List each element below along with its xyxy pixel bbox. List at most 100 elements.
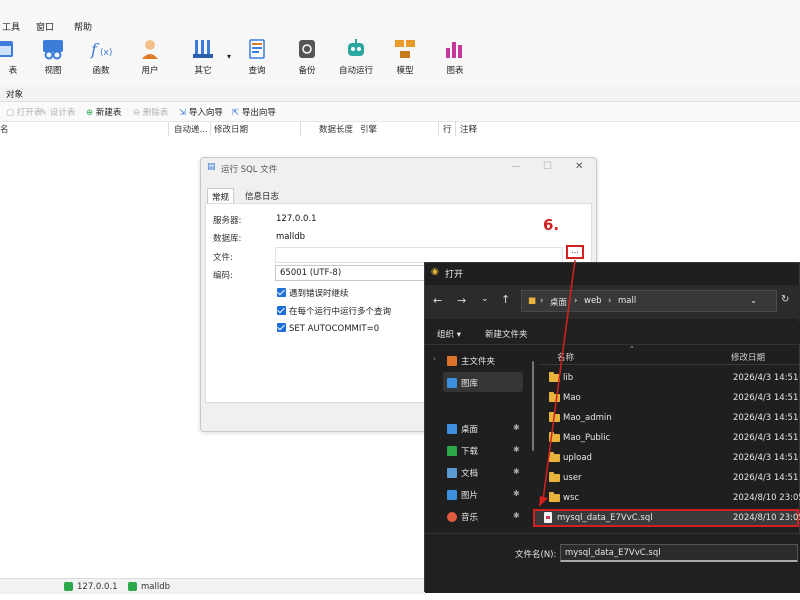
toolbar-other-button[interactable]: 其它 [180,38,226,76]
pane-splitter[interactable] [531,347,535,533]
refresh-icon[interactable]: ↻ [781,294,789,305]
folder-icon [549,432,560,442]
browse-file-button[interactable]: ... [566,245,584,259]
design-icon: ✎ [40,108,50,118]
breadcrumb-desktop[interactable]: 桌面 [550,296,567,308]
dialog-footer: 文件名(N): mysql_data_E7VvC.sql [425,533,800,593]
expand-chevron-icon[interactable]: › [433,355,436,363]
sql-file-icon [544,512,552,523]
other-dropdown-icon[interactable]: ▾ [227,52,231,61]
menu-window[interactable]: 窗口 [36,20,54,33]
recent-chevron-down-icon[interactable]: ⌄ [481,294,489,304]
import-wizard-button[interactable]: ⇲ 导入向导 [179,106,223,118]
query-icon [245,38,269,60]
sort-up-icon: ⌃ [629,345,635,353]
encoding-select[interactable]: 65001 (UTF-8) [275,265,425,281]
filename-input[interactable]: mysql_data_E7VvC.sql [560,544,798,562]
folder-icon: ■ [528,296,537,306]
sidebar-item-gallery[interactable]: 图库 [447,377,478,389]
pin-icon[interactable]: ✱ [513,467,520,476]
pin-icon[interactable]: ✱ [513,489,520,498]
menu-help[interactable]: 帮助 [74,20,92,33]
address-bar[interactable]: ■ › 桌面 › web › mall ⌄ [521,290,777,312]
import-icon: ⇲ [179,108,189,118]
toolbar-model-button[interactable]: 模型 [382,38,428,76]
open-file-dialog: ◉ 打开 ← → ⌄ ↑ ■ › 桌面 › web › mall ⌄ ↻ 组织 … [424,262,800,593]
toolbar-query-button[interactable]: 查询 [234,38,280,76]
col-name[interactable]: 名 [0,123,9,135]
toolbar-automation-button[interactable]: 自动运行 [333,38,379,76]
forward-icon[interactable]: → [457,294,466,307]
sidebar-item-music[interactable]: 音乐 [447,511,478,523]
organize-button[interactable]: 组织 ▾ [437,328,461,340]
col-engine[interactable]: 引擎 [360,123,377,135]
dialog-title: 运行 SQL 文件 [221,165,278,175]
tab-info-log[interactable]: 信息日志 [241,188,283,204]
breadcrumb-web[interactable]: web [584,296,602,306]
folder-icon [549,452,560,462]
maximize-icon[interactable]: ☐ [543,161,552,172]
folder-icon [549,492,560,502]
pin-icon[interactable]: ✱ [513,445,520,454]
file-row[interactable]: upload 2026/4/3 14:51 [539,449,800,467]
col-file-date[interactable]: 修改日期 [731,351,765,363]
new-folder-button[interactable]: 新建文件夹 [485,328,528,340]
toolbar-user-button[interactable]: 用户 [127,38,173,76]
column-divider [300,122,301,136]
col-comment[interactable]: 注释 [460,123,477,135]
folder-icon [549,472,560,482]
server-icon [64,582,73,591]
address-dropdown-icon[interactable]: ⌄ [750,296,757,306]
add-icon: ⊕ [86,108,96,118]
delete-icon: ⊖ [133,108,143,118]
col-auto-increment[interactable]: 自动递... [174,123,208,135]
file-row[interactable]: wsc 2024/8/10 23:05 [539,489,800,507]
folder-icon [549,372,560,382]
menu-tools[interactable]: 工具 [2,20,20,33]
autocommit-checkbox[interactable]: SET AUTOCOMMIT=0 [277,323,379,334]
column-divider [210,122,211,136]
new-table-button[interactable]: ⊕ 新建表 [86,106,121,118]
toolbar-chart-button[interactable]: 图表 [432,38,478,76]
export-wizard-button[interactable]: ⇱ 导出向导 [232,106,276,118]
file-row-selected[interactable]: mysql_data_E7VvC.sql 2024/8/10 23:05 [533,509,800,527]
breadcrumb-mall[interactable]: mall [618,296,636,306]
col-rows[interactable]: 行 [443,123,452,135]
export-icon: ⇱ [232,108,242,118]
design-table-button[interactable]: ✎ 设计表 [40,106,75,118]
toolbar-backup-button[interactable]: 备份 [284,38,330,76]
open-table-button[interactable]: ▢ 打开表 [6,106,42,118]
sidebar-item-downloads[interactable]: 下载 [447,445,478,457]
file-row[interactable]: user 2026/4/3 14:51 [539,469,800,487]
multiple-queries-checkbox[interactable]: 在每个运行中运行多个查询 [277,305,391,317]
back-icon[interactable]: ← [433,294,442,307]
file-row[interactable]: Mao 2026/4/3 14:51 [539,389,800,407]
file-path-input[interactable] [275,247,563,263]
minimize-icon[interactable]: — [511,161,521,172]
toolbar-view-button[interactable]: 视图 [30,38,76,76]
delete-table-button[interactable]: ⊖ 删除表 [133,106,168,118]
toolbar-function-button[interactable]: f (x) 函数 [78,38,124,76]
sidebar-item-home[interactable]: 主文件夹 [447,355,495,367]
pin-icon[interactable]: ✱ [513,423,520,432]
file-row[interactable]: lib 2026/4/3 14:51 [539,369,800,387]
menu-bar: 工具 窗口 帮助 [0,0,800,34]
close-icon[interactable]: ✕ [575,161,583,172]
file-row[interactable]: Mao_Public 2026/4/3 14:51 [539,429,800,447]
col-file-name[interactable]: 名称 [557,351,574,363]
object-tab-strip: 对象 [0,86,800,102]
tab-objects[interactable]: 对象 [6,88,23,100]
status-bar: 127.0.0.1 malldb [0,578,424,594]
continue-on-error-checkbox[interactable]: 遇到错误时继续 [277,287,349,299]
col-data-length[interactable]: 数据长度 [319,123,353,135]
sidebar-item-pictures[interactable]: 图片 [447,489,478,501]
up-icon[interactable]: ↑ [501,293,510,306]
checkbox-checked-icon [277,306,286,315]
sidebar-item-desktop[interactable]: 桌面 [447,423,478,435]
file-row[interactable]: Mao_admin 2026/4/3 14:51 [539,409,800,427]
sidebar-item-documents[interactable]: 文档 [447,467,478,479]
col-modified-date[interactable]: 修改日期 [214,123,248,135]
pin-icon[interactable]: ✱ [513,511,520,520]
user-icon [138,38,162,60]
toolbar-table-button[interactable]: 表 [0,38,26,76]
